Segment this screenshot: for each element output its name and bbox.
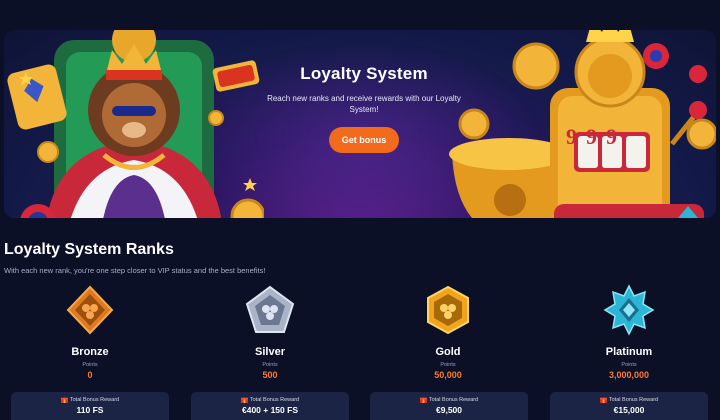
rank-points-label: Points	[440, 362, 456, 368]
hero-banner: 999 Loyalty System Reach new ranks and r…	[4, 30, 716, 218]
reward-label: Total Bonus Reward	[608, 396, 659, 403]
slot-reel-digits: 999	[562, 124, 630, 150]
rank-points-label: Points	[82, 362, 98, 368]
rank-card-platinum: Platinum Points 3,000,000	[549, 284, 709, 380]
gift-icon	[599, 397, 607, 403]
reward-value: 110 FS	[76, 405, 104, 415]
rank-name: Silver	[255, 346, 285, 358]
reward-label: Total Bonus Reward	[249, 396, 300, 403]
rank-points-label: Points	[621, 362, 637, 368]
ranks-section-subtitle: With each new rank, you're one step clos…	[4, 266, 266, 275]
rank-points: 3,000,000	[608, 370, 650, 380]
rank-card-gold: Gold Points 50,000	[368, 284, 528, 380]
reward-card-platinum: Total Bonus Reward €15,000	[550, 392, 708, 420]
gift-icon	[240, 397, 248, 403]
rank-points: 500	[262, 370, 278, 380]
reward-label: Total Bonus Reward	[69, 396, 120, 403]
reward-card-silver: Total Bonus Reward €400 + 150 FS	[191, 392, 349, 420]
pentagon-icon	[245, 285, 295, 333]
hero-subtitle: Reach new ranks and receive rewards with…	[267, 94, 461, 114]
hexagon-diamond-icon	[66, 285, 114, 335]
reel-digit: 999	[566, 124, 626, 149]
rank-card-silver: Silver Points 500	[190, 284, 350, 380]
lion-king-illustration	[7, 30, 264, 218]
hero-content: Loyalty System Reach new ranks and recei…	[244, 64, 484, 153]
star-gem-icon	[603, 284, 655, 336]
get-bonus-button[interactable]: Get bonus	[328, 127, 400, 153]
reward-card-gold: Total Bonus Reward €9,500	[370, 392, 528, 420]
rank-name: Platinum	[605, 346, 653, 358]
reward-value: €9,500	[436, 405, 462, 415]
gift-icon	[60, 397, 68, 403]
rank-name: Bronze	[71, 346, 109, 358]
rank-points-label: Points	[262, 362, 278, 368]
hero-title: Loyalty System	[300, 64, 428, 83]
gift-icon	[419, 397, 427, 403]
reward-card-bronze: Total Bonus Reward 110 FS	[11, 392, 169, 420]
hexagon-icon	[427, 285, 469, 335]
reward-value: €400 + 150 FS	[241, 405, 298, 415]
reward-value: €15,000	[613, 405, 645, 415]
ranks-section-title: Loyalty System Ranks	[4, 241, 174, 258]
reward-label: Total Bonus Reward	[428, 396, 479, 403]
rank-points: 50,000	[434, 370, 462, 380]
rank-points: 0	[87, 370, 93, 380]
rank-name: Gold	[435, 346, 461, 358]
rank-card-bronze: Bronze Points 0	[10, 284, 170, 380]
